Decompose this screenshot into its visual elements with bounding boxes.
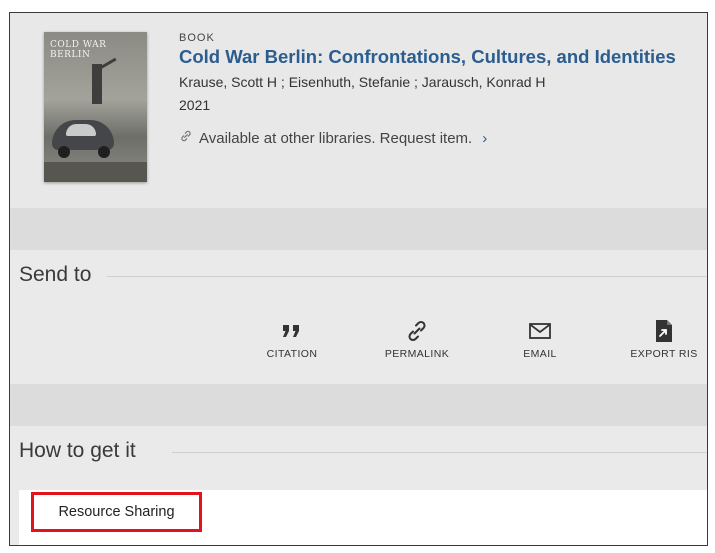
link-icon [405,318,429,344]
envelope-icon [528,318,552,344]
cover-wheel [98,146,110,158]
section-separator [10,208,707,250]
email-label: EMAIL [523,348,557,360]
citation-label: CITATION [266,348,318,360]
cover-bottom-band [44,162,147,182]
section-divider [107,276,707,277]
cover-wheel [58,146,70,158]
send-to-section: Send to CITATION PERMALINK EMAIL EXPORT … [10,250,707,384]
export-ris-label: EXPORT RIS [630,348,698,360]
record-header: Cold War Berlin BOOK Cold War Berlin: Co… [10,13,707,208]
availability-link[interactable]: Available at other libraries. Request it… [179,128,487,148]
link-icon [179,129,193,147]
record-type: BOOK [179,32,215,44]
email-button[interactable]: EMAIL [495,318,585,360]
availability-text: Available at other libraries. Request it… [199,129,473,147]
cover-car-window [66,124,96,136]
send-to-heading: Send to [19,263,92,286]
record-authors: Krause, Scott H ; Eisenhuth, Stefanie ; … [179,74,546,90]
book-cover-image[interactable]: Cold War Berlin [44,32,147,182]
permalink-button[interactable]: PERMALINK [372,318,462,360]
cover-statue [92,64,102,104]
section-separator [10,384,707,426]
chevron-right-icon: › [482,129,488,147]
section-divider [172,452,707,453]
how-to-get-it-heading: How to get it [19,439,136,462]
cover-title: Cold War Berlin [50,40,107,60]
record-year: 2021 [179,97,211,113]
record-title-link[interactable]: Cold War Berlin: Confrontations, Culture… [179,46,676,68]
citation-button[interactable]: CITATION [247,318,337,360]
full-record-panel: Cold War Berlin BOOK Cold War Berlin: Co… [9,12,708,546]
resource-sharing-button[interactable]: Resource Sharing [31,492,202,532]
export-ris-button[interactable]: EXPORT RIS [619,318,707,360]
quote-icon [282,318,302,344]
export-file-icon [654,318,674,344]
permalink-label: PERMALINK [384,348,450,360]
